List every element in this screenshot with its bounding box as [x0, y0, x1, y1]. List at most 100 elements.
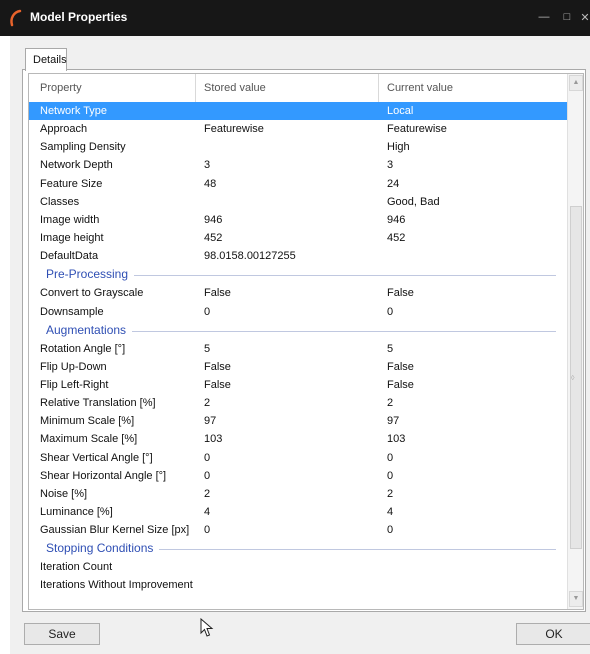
current-value: 452	[387, 232, 406, 245]
category-header[interactable]: Pre-Processing	[29, 265, 567, 284]
stored-value: 103	[204, 433, 223, 446]
property-name: Image height	[40, 232, 104, 245]
property-name: Noise [%]	[40, 487, 88, 500]
current-value: False	[387, 287, 414, 300]
property-grid[interactable]: Property Stored value Current value Netw…	[28, 73, 584, 610]
current-value: 0	[387, 524, 394, 537]
property-row[interactable]: Sampling Density High	[29, 138, 567, 156]
property-row[interactable]: Relative Translation [%] 2 2	[29, 394, 567, 412]
property-name: Shear Vertical Angle [°]	[40, 451, 153, 464]
scroll-up-icon[interactable]: ▲	[569, 75, 583, 91]
current-value: 0	[387, 305, 394, 318]
property-row[interactable]: Network Depth 3 3	[29, 156, 567, 174]
current-value: 97	[387, 415, 400, 428]
property-row[interactable]: Feature Size 48 24	[29, 175, 567, 193]
column-header-stored-value[interactable]: Stored value	[204, 82, 266, 94]
property-name: Relative Translation [%]	[40, 397, 156, 410]
current-value: 946	[387, 213, 406, 226]
current-value: 2	[387, 487, 394, 500]
grid-header: Property Stored value Current value	[29, 74, 567, 103]
current-value: 103	[387, 433, 406, 446]
property-name: Network Depth	[40, 159, 113, 172]
property-row[interactable]: Downsample 0 0	[29, 303, 567, 321]
vertical-scrollbar[interactable]: ▲ ◊ ▼	[567, 74, 583, 609]
ok-button[interactable]: OK	[516, 623, 590, 645]
stored-value: 3	[204, 159, 211, 172]
current-value: Local	[387, 105, 414, 117]
stored-value: 0	[204, 305, 211, 318]
property-row[interactable]: Network Type Local	[29, 102, 567, 120]
stored-value: 0	[204, 451, 211, 464]
property-name: Image width	[40, 213, 100, 226]
current-value: 0	[387, 469, 394, 482]
property-row[interactable]: Rotation Angle [°] 5 5	[29, 340, 567, 358]
property-name: Flip Left-Right	[40, 378, 109, 391]
property-row[interactable]: Iteration Count	[29, 558, 567, 576]
property-name: Network Type	[40, 105, 108, 117]
property-name: Flip Up-Down	[40, 360, 107, 373]
property-row[interactable]: Shear Vertical Angle [°] 0 0	[29, 449, 567, 467]
column-header-property[interactable]: Property	[40, 82, 82, 94]
property-name: Feature Size	[40, 177, 103, 190]
current-value: 24	[387, 177, 400, 190]
category-header[interactable]: Stopping Conditions	[29, 539, 567, 558]
category-title: Stopping Conditions	[46, 541, 160, 556]
property-row[interactable]: Luminance [%] 4 4	[29, 503, 567, 521]
stored-value: 946	[204, 213, 223, 226]
property-row[interactable]: Approach Featurewise Featurewise	[29, 120, 567, 138]
stored-value: 452	[204, 232, 223, 245]
property-row[interactable]: Maximum Scale [%] 103 103	[29, 430, 567, 448]
property-row[interactable]: Shear Horizontal Angle [°] 0 0	[29, 467, 567, 485]
property-name: Iterations Without Improvement	[40, 579, 193, 592]
current-value: 4	[387, 506, 394, 518]
stored-value: 4	[204, 506, 211, 518]
property-row[interactable]: Image height 452 452	[29, 229, 567, 247]
property-name: Rotation Angle [°]	[40, 342, 126, 355]
property-name: Gaussian Blur Kernel Size [px]	[40, 524, 190, 537]
close-icon[interactable]: ✕	[578, 11, 590, 24]
property-name: Convert to Grayscale	[40, 287, 144, 300]
category-header[interactable]: Augmentations	[29, 321, 567, 340]
current-value: High	[387, 141, 410, 154]
tab-details-label: Details	[33, 54, 67, 66]
stored-value: False	[204, 378, 231, 391]
stored-value: 2	[204, 397, 211, 410]
current-value: 3	[387, 159, 394, 172]
property-row[interactable]: Image width 946 946	[29, 211, 567, 229]
property-name: Classes	[40, 195, 80, 208]
tab-details[interactable]: Details	[25, 48, 67, 71]
app-logo-icon	[10, 9, 22, 27]
property-row[interactable]: Flip Up-Down False False	[29, 358, 567, 376]
maximize-icon[interactable]: □	[560, 11, 574, 23]
property-row[interactable]: Convert to Grayscale False False	[29, 284, 567, 302]
property-name: Shear Horizontal Angle [°]	[40, 469, 167, 482]
column-header-current-value[interactable]: Current value	[387, 82, 453, 94]
stored-value: 98.0158.00127255	[204, 250, 296, 263]
save-button[interactable]: Save	[24, 623, 100, 645]
property-row[interactable]: Flip Left-Right False False	[29, 376, 567, 394]
title-bar: Model Properties — □ ✕	[0, 0, 590, 36]
current-value: 2	[387, 397, 394, 410]
current-value: 5	[387, 342, 394, 355]
property-row[interactable]: Gaussian Blur Kernel Size [px] 0 0	[29, 521, 567, 539]
window-title: Model Properties	[30, 10, 128, 24]
property-row[interactable]: Noise [%] 2 2	[29, 485, 567, 503]
stored-value: 2	[204, 487, 211, 500]
property-name: Iteration Count	[40, 561, 113, 574]
column-separator[interactable]	[378, 74, 379, 102]
scroll-grip-icon: ◊	[571, 375, 575, 382]
property-row[interactable]: Classes Good, Bad	[29, 193, 567, 211]
property-row[interactable]: DefaultData 98.0158.00127255	[29, 247, 567, 265]
scroll-down-icon[interactable]: ▼	[569, 591, 583, 607]
property-name: Maximum Scale [%]	[40, 433, 138, 446]
category-title: Augmentations	[46, 322, 133, 337]
column-separator[interactable]	[195, 74, 196, 102]
property-name: Minimum Scale [%]	[40, 415, 135, 428]
stored-value: Featurewise	[204, 123, 264, 136]
minimize-icon[interactable]: —	[537, 11, 551, 23]
property-row[interactable]: Iterations Without Improvement	[29, 576, 567, 594]
property-name: DefaultData	[40, 250, 99, 263]
property-row[interactable]: Minimum Scale [%] 97 97	[29, 412, 567, 430]
stored-value: 97	[204, 415, 217, 428]
stored-value: 48	[204, 177, 217, 190]
